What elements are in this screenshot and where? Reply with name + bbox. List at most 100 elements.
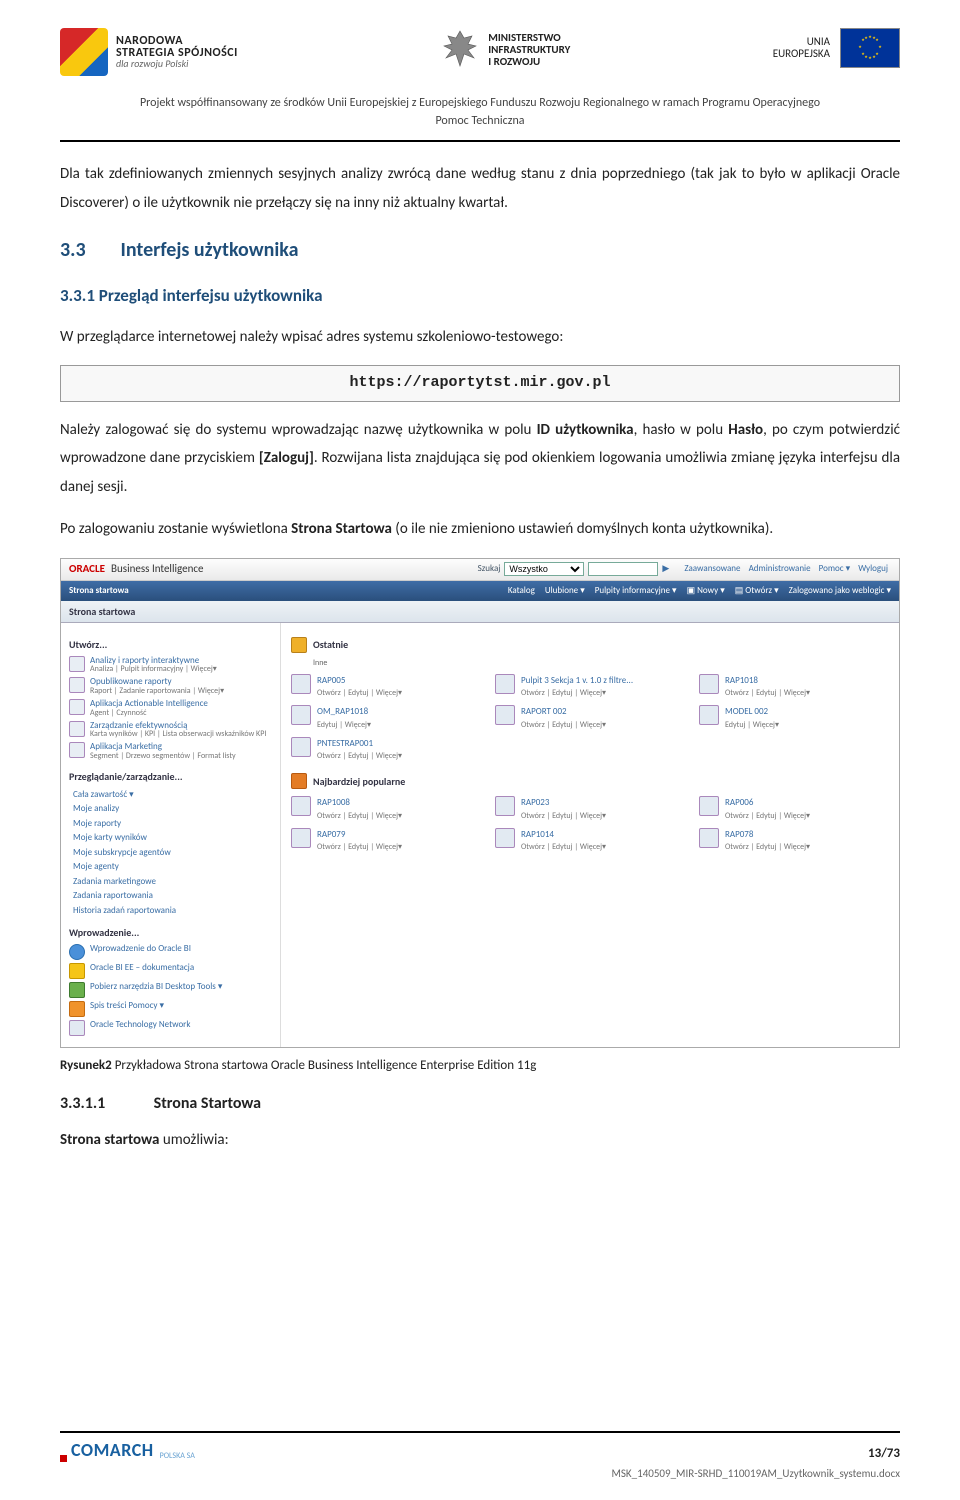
nav-home[interactable]: Strona startowa bbox=[69, 584, 129, 598]
popular-icon bbox=[291, 773, 307, 789]
bi-title: Business Intelligence bbox=[111, 561, 203, 578]
catalog-item[interactable]: RAP1014Otwórz | Edytuj | Więcej▾ bbox=[495, 828, 685, 854]
nav-new[interactable]: ▣ Nowy ▾ bbox=[687, 584, 725, 598]
catalog-item[interactable]: RAP1018Otwórz | Edytuj | Więcej▾ bbox=[699, 674, 889, 700]
catalog-item[interactable]: OM_RAP1018Edytuj | Więcej▾ bbox=[291, 705, 481, 731]
create-item-text: Analizy i raporty interaktywneAnaliza | … bbox=[90, 656, 217, 675]
catalog-item[interactable]: MODEL 002Edytuj | Więcej▾ bbox=[699, 705, 889, 731]
intro-item-text: Oracle Technology Network bbox=[90, 1020, 190, 1030]
intro-item-icon bbox=[69, 1020, 85, 1036]
subheader-l1: Projekt współfinansowany ze środków Unii… bbox=[60, 94, 900, 112]
catalog-item[interactable]: RAP023Otwórz | Edytuj | Więcej▾ bbox=[495, 796, 685, 822]
create-item[interactable]: Aplikacja Actionable IntelligenceAgent |… bbox=[69, 699, 272, 718]
create-item[interactable]: Analizy i raporty interaktywneAnaliza | … bbox=[69, 656, 272, 675]
catalog-item[interactable]: RAP005Otwórz | Edytuj | Więcej▾ bbox=[291, 674, 481, 700]
ss-topbar: ORACLE Business Intelligence Szukaj Wszy… bbox=[61, 559, 899, 581]
create-item[interactable]: Zarządzanie efektywnościąKarta wyników |… bbox=[69, 721, 272, 740]
nav-loggedin[interactable]: Zalogowano jako weblogic ▾ bbox=[789, 584, 891, 598]
recent-icon bbox=[291, 637, 307, 653]
intro-item-icon bbox=[69, 963, 85, 979]
paragraph-4: Po zalogowaniu zostanie wyświetlona Stro… bbox=[60, 515, 900, 544]
nav-open[interactable]: ▤ Otwórz ▾ bbox=[735, 584, 779, 598]
intro-item-text: Oracle BI EE – dokumentacja bbox=[90, 963, 194, 973]
heading-3-3-1-1-title: Strona Startowa bbox=[154, 1094, 261, 1113]
panel-create: Utwórz... bbox=[69, 637, 272, 652]
eu-flag-icon: ★ ★ ★ ★ ★ ★ ★ ★ ★ ★ ★ ★ bbox=[840, 28, 900, 68]
comarch-logo: COMARCH POLSKA SA bbox=[60, 1437, 195, 1464]
intro-item[interactable]: Oracle Technology Network bbox=[69, 1020, 272, 1036]
heading-3-3-1-1-num: 3.3.1.1 bbox=[60, 1092, 150, 1116]
catalog-item-icon bbox=[495, 828, 515, 848]
link-advanced[interactable]: Zaawansowane bbox=[684, 563, 740, 574]
heading-3-3-1-1: 3.3.1.1 Strona Startowa bbox=[60, 1092, 900, 1116]
catalog-item[interactable]: RAPORT 002Otwórz | Edytuj | Więcej▾ bbox=[495, 705, 685, 731]
browse-link[interactable]: Zadania raportowania bbox=[73, 889, 272, 903]
browse-link[interactable]: Historia zadań raportowania bbox=[73, 904, 272, 918]
browse-link[interactable]: Moje karty wyników bbox=[73, 831, 272, 845]
search-input[interactable] bbox=[588, 562, 658, 576]
search-label: Szukaj bbox=[478, 562, 501, 576]
svg-text:★: ★ bbox=[872, 36, 876, 41]
panel-browse: Przeglądanie/zarządzanie... bbox=[69, 769, 272, 784]
recent-label: Ostatnie bbox=[313, 637, 348, 652]
paragraph-5: Strona startowa umożliwia: bbox=[60, 1126, 900, 1155]
create-item-text: Aplikacja MarketingSegment | Drzewo segm… bbox=[90, 742, 236, 761]
oracle-logo: ORACLE bbox=[69, 561, 105, 578]
svg-text:★: ★ bbox=[864, 55, 868, 60]
section-recent: Ostatnie bbox=[291, 637, 889, 653]
other-label: Inne bbox=[313, 657, 889, 669]
figure-caption: Rysunek2 Przykładowa Strona startowa Ora… bbox=[60, 1056, 900, 1076]
comarch-word: COMARCH bbox=[71, 1437, 154, 1464]
ss-right-col: Ostatnie Inne RAP005Otwórz | Edytuj | Wi… bbox=[281, 623, 899, 1048]
browse-link[interactable]: Moje analizy bbox=[73, 802, 272, 816]
intro-item[interactable]: Oracle BI EE – dokumentacja bbox=[69, 963, 272, 979]
link-help[interactable]: Pomoc ▾ bbox=[819, 563, 851, 574]
browse-link[interactable]: Cała zawartość ▾ bbox=[73, 788, 272, 802]
ss-active-tab: Strona startowa bbox=[61, 601, 899, 623]
intro-item[interactable]: Wprowadzenie do Oracle BI bbox=[69, 944, 272, 960]
catalog-item-icon bbox=[699, 705, 719, 725]
search-scope-select[interactable]: Wszystko bbox=[504, 562, 584, 576]
catalog-item[interactable]: RAP079Otwórz | Edytuj | Więcej▾ bbox=[291, 828, 481, 854]
paragraph-2: W przeglądarce internetowej należy wpisa… bbox=[60, 323, 900, 352]
svg-text:★: ★ bbox=[878, 45, 882, 50]
catalog-item-icon bbox=[495, 705, 515, 725]
ministry-text: MINISTERSTWO INFRASTRUKTURY I ROZWOJU bbox=[488, 32, 570, 68]
catalog-item[interactable]: RAP006Otwórz | Edytuj | Więcej▾ bbox=[699, 796, 889, 822]
catalog-item[interactable]: PNTESTRAP001Otwórz | Edytuj | Więcej▾ bbox=[291, 737, 481, 763]
create-item-icon bbox=[69, 656, 85, 672]
nav-dashboards[interactable]: Pulpity informacyjne ▾ bbox=[595, 584, 677, 598]
create-item[interactable]: Aplikacja MarketingSegment | Drzewo segm… bbox=[69, 742, 272, 761]
create-item-text: Opublikowane raportyRaport | Zadanie rap… bbox=[90, 677, 224, 696]
comarch-sub: POLSKA SA bbox=[160, 1450, 195, 1462]
header-divider bbox=[60, 140, 900, 142]
catalog-item[interactable]: RAP1008Otwórz | Edytuj | Więcej▾ bbox=[291, 796, 481, 822]
svg-text:★: ★ bbox=[864, 36, 868, 41]
catalog-item[interactable]: Pulpit 3 Sekcja 1 v. 1.0 z filtre...Otwó… bbox=[495, 674, 685, 700]
nav-favorites[interactable]: Ulubione ▾ bbox=[545, 584, 585, 598]
logo-nss: NARODOWA STRATEGIA SPÓJNOŚCI dla rozwoju… bbox=[60, 28, 238, 76]
browse-link[interactable]: Moje raporty bbox=[73, 817, 272, 831]
catalog-item-icon bbox=[291, 828, 311, 848]
link-admin[interactable]: Administrowanie bbox=[749, 563, 811, 574]
browse-link[interactable]: Moje agenty bbox=[73, 860, 272, 874]
browse-link[interactable]: Zadania marketingowe bbox=[73, 875, 272, 889]
logo-ministry: MINISTERSTWO INFRASTRUKTURY I ROZWOJU bbox=[440, 28, 570, 72]
intro-item[interactable]: Spis treści Pomocy ▾ bbox=[69, 1001, 272, 1017]
link-logout[interactable]: Wyloguj bbox=[858, 563, 888, 574]
intro-item[interactable]: Pobierz narzędzia BI Desktop Tools ▾ bbox=[69, 982, 272, 998]
catalog-item-icon bbox=[495, 674, 515, 694]
url-box: https://raportytst.mir.gov.pl bbox=[60, 365, 900, 402]
catalog-item[interactable]: RAP078Otwórz | Edytuj | Więcej▾ bbox=[699, 828, 889, 854]
search-go-icon[interactable]: ▶ bbox=[662, 562, 669, 576]
nav-catalog[interactable]: Katalog bbox=[508, 584, 535, 598]
svg-text:★: ★ bbox=[875, 38, 879, 43]
create-item-icon bbox=[69, 699, 85, 715]
ss-body: Utwórz... Analizy i raporty interaktywne… bbox=[61, 623, 899, 1048]
create-item[interactable]: Opublikowane raportyRaport | Zadanie rap… bbox=[69, 677, 272, 696]
browse-link[interactable]: Moje subskrypcje agentów bbox=[73, 846, 272, 860]
panel-intro: Wprowadzenie... bbox=[69, 925, 272, 940]
catalog-item-icon bbox=[699, 796, 719, 816]
create-item-text: Aplikacja Actionable IntelligenceAgent |… bbox=[90, 699, 208, 718]
heading-3-3-num: 3.3 bbox=[60, 235, 116, 265]
